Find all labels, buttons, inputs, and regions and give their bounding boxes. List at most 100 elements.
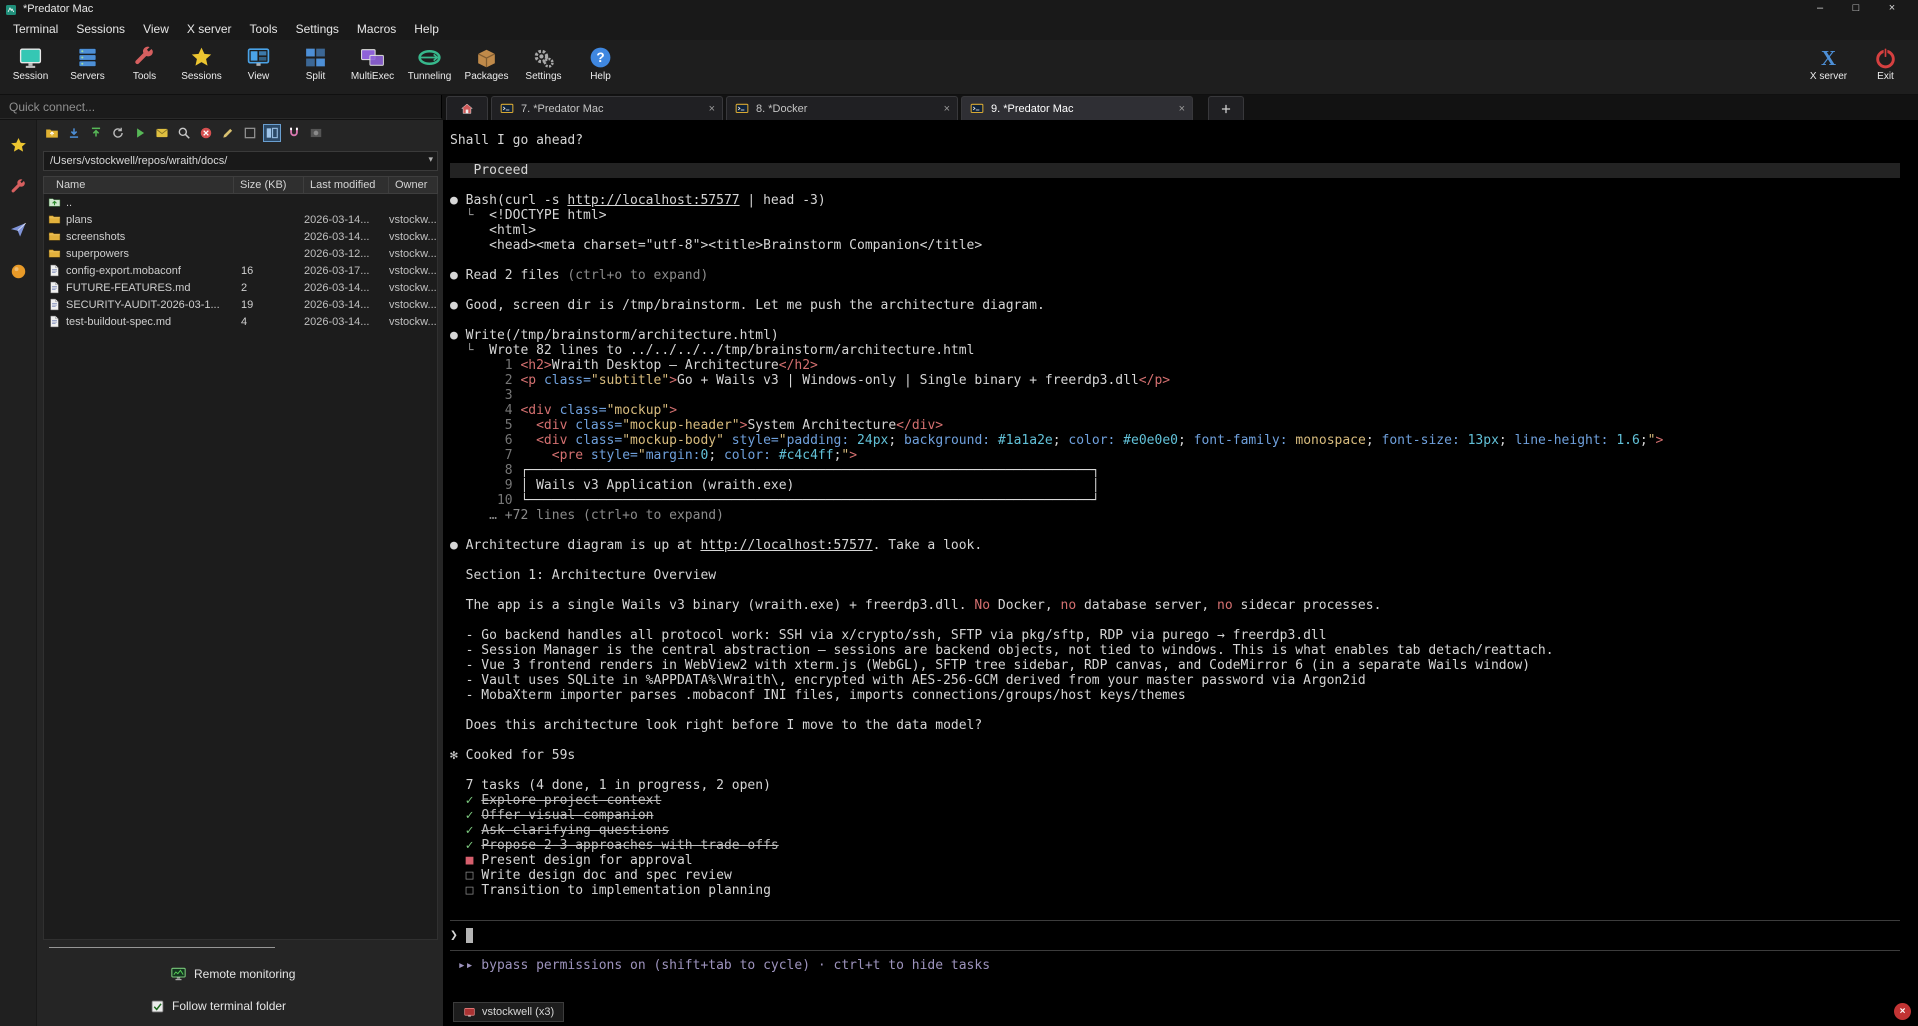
sessions-star-icon[interactable] [9,136,28,155]
terminal-link[interactable]: http://localhost:57577 [567,193,739,208]
terminal-text: 1.6 [1609,433,1640,448]
terminal-line: 4 <div class="mockup"> [450,403,1918,418]
download-icon[interactable] [65,124,83,142]
file-owner-cell: vstockw... [389,299,437,311]
menu-item-macros[interactable]: Macros [348,18,405,40]
menu-item-settings[interactable]: Settings [287,18,348,40]
toolbar-item-session[interactable]: Session [2,42,59,92]
toolbar-item-help[interactable]: ?Help [572,42,629,92]
x-server-icon: X [1816,45,1841,70]
toolbar-item-view[interactable]: View [230,42,287,92]
terminal-text: - MobaXterm importer parses .mobaconf IN… [450,688,1186,703]
file-row[interactable]: config-export.mobaconf162026-03-17...vst… [44,262,437,279]
terminal-text: Write design doc and spec review [481,868,731,883]
tab-close-icon[interactable]: × [1179,103,1185,115]
magnet-icon[interactable] [285,124,303,142]
terminal-text: ┌───────────────────────────────────────… [520,463,1099,478]
macros-icon[interactable] [9,220,28,239]
tab-close-icon[interactable]: × [944,103,950,115]
file-name-cell: config-export.mobaconf [44,264,234,277]
toolbar-item-sessions[interactable]: Sessions [173,42,230,92]
toolbar-item-split[interactable]: Split [287,42,344,92]
follow-terminal-folder-checkbox[interactable]: Follow terminal folder [151,999,286,1013]
column-header-size-kb[interactable]: Size (KB) [234,177,304,193]
toolbar-item-multiexec[interactable]: MultiExec [344,42,401,92]
tab-home[interactable] [446,96,488,120]
tools-icon [132,45,157,70]
folder-icon [48,247,61,260]
toolbar-item-settings[interactable]: Settings [515,42,572,92]
hidden-files-icon[interactable] [241,124,259,142]
menu-item-terminal[interactable]: Terminal [4,18,67,40]
terminal-text: 5 [450,418,520,433]
terminal-text [520,433,536,448]
sessions-icon [189,45,214,70]
terminal-line: - Vue 3 frontend renders in WebView2 wit… [450,658,1918,673]
help-icon: ? [588,45,613,70]
terminal-link[interactable]: http://localhost:57577 [700,538,872,553]
snapshot-icon[interactable] [307,124,325,142]
column-header-name[interactable]: Name [44,177,234,193]
folder-path-input[interactable]: /Users/vstockwell/repos/wraith/docs/ [43,151,438,171]
minimize-button[interactable]: – [1802,0,1838,18]
mail-icon[interactable] [153,124,171,142]
terminal-line: 3 [450,388,1918,403]
column-header-last-modified[interactable]: Last modified [304,177,389,193]
file-row[interactable]: .. [44,194,437,211]
refresh-icon[interactable] [131,124,149,142]
tab-close-icon[interactable]: × [709,103,715,115]
new-tab-button[interactable] [1208,96,1244,120]
terminal-text: ■ [450,853,481,868]
file-icon [48,264,61,277]
sync-icon[interactable] [109,124,127,142]
terminal-line: 10 └────────────────────────────────────… [450,493,1918,508]
edit-icon[interactable] [219,124,237,142]
tools-strip-icon[interactable] [9,178,28,197]
follow-folder-icon[interactable] [263,124,281,142]
search-icon[interactable] [175,124,193,142]
file-row[interactable]: superpowers2026-03-12...vstockw... [44,245,437,262]
tab-9-predator-mac[interactable]: 9. *Predator Mac× [961,96,1193,120]
multiexec-icon [360,45,385,70]
menu-item-x-server[interactable]: X server [178,18,241,40]
toolbar-item-x-server[interactable]: XX server [1800,42,1857,92]
terminal-line: - MobaXterm importer parses .mobaconf IN… [450,688,1918,703]
terminal-text: - Session Manager is the central abstrac… [450,643,1554,658]
remote-monitoring-button[interactable]: Remote monitoring [170,966,295,982]
tab-7-predator-mac[interactable]: 7. *Predator Mac× [491,96,723,120]
menu-item-view[interactable]: View [134,18,178,40]
file-owner-cell: vstockw... [389,265,437,277]
toolbar-item-tools[interactable]: Tools [116,42,173,92]
file-row[interactable]: FUTURE-FEATURES.md22026-03-14...vstockw.… [44,279,437,296]
tab-8-docker[interactable]: 8. *Docker× [726,96,958,120]
stop-icon[interactable] [197,124,215,142]
menu-item-tools[interactable]: Tools [241,18,287,40]
file-row[interactable]: SECURITY-AUDIT-2026-03-1...192026-03-14.… [44,296,437,313]
terminal-line: <head><meta charset="utf-8"><title>Brain… [450,238,1918,253]
close-terminal-button[interactable]: × [1894,1003,1911,1020]
terminal[interactable]: Shall I go ahead? Proceed● Bash(curl -s … [443,120,1918,1026]
maximize-button[interactable]: □ [1838,0,1874,18]
terminal-text: 7 [450,448,520,463]
quick-connect-input[interactable]: Quick connect... [0,95,442,119]
toolbar-item-exit[interactable]: Exit [1857,42,1914,92]
toolbar-item-tunneling[interactable]: Tunneling [401,42,458,92]
terminal-line [450,898,1918,913]
menu-item-help[interactable]: Help [405,18,448,40]
upload-icon[interactable] [87,124,105,142]
path-dropdown-icon[interactable]: ▾ [428,154,433,165]
terminal-line: ■ Present design for approval [450,853,1918,868]
terminal-text: No [974,598,990,613]
file-row[interactable]: test-buildout-spec.md42026-03-14...vstoc… [44,313,437,330]
close-button[interactable]: × [1874,0,1910,18]
file-row[interactable]: plans2026-03-14...vstockw... [44,211,437,228]
go-up-folder-icon[interactable] [43,124,61,142]
toolbar-item-packages[interactable]: Packages [458,42,515,92]
terminal-line: ✓ Propose 2-3 approaches with trade-offs [450,838,1918,853]
toolbar-item-servers[interactable]: Servers [59,42,116,92]
games-icon[interactable] [9,262,28,281]
column-header-owner[interactable]: Owner [389,177,437,193]
session-user-tab[interactable]: vstockwell (x3) [453,1002,564,1022]
file-row[interactable]: screenshots2026-03-14...vstockw... [44,228,437,245]
menu-item-sessions[interactable]: Sessions [67,18,134,40]
